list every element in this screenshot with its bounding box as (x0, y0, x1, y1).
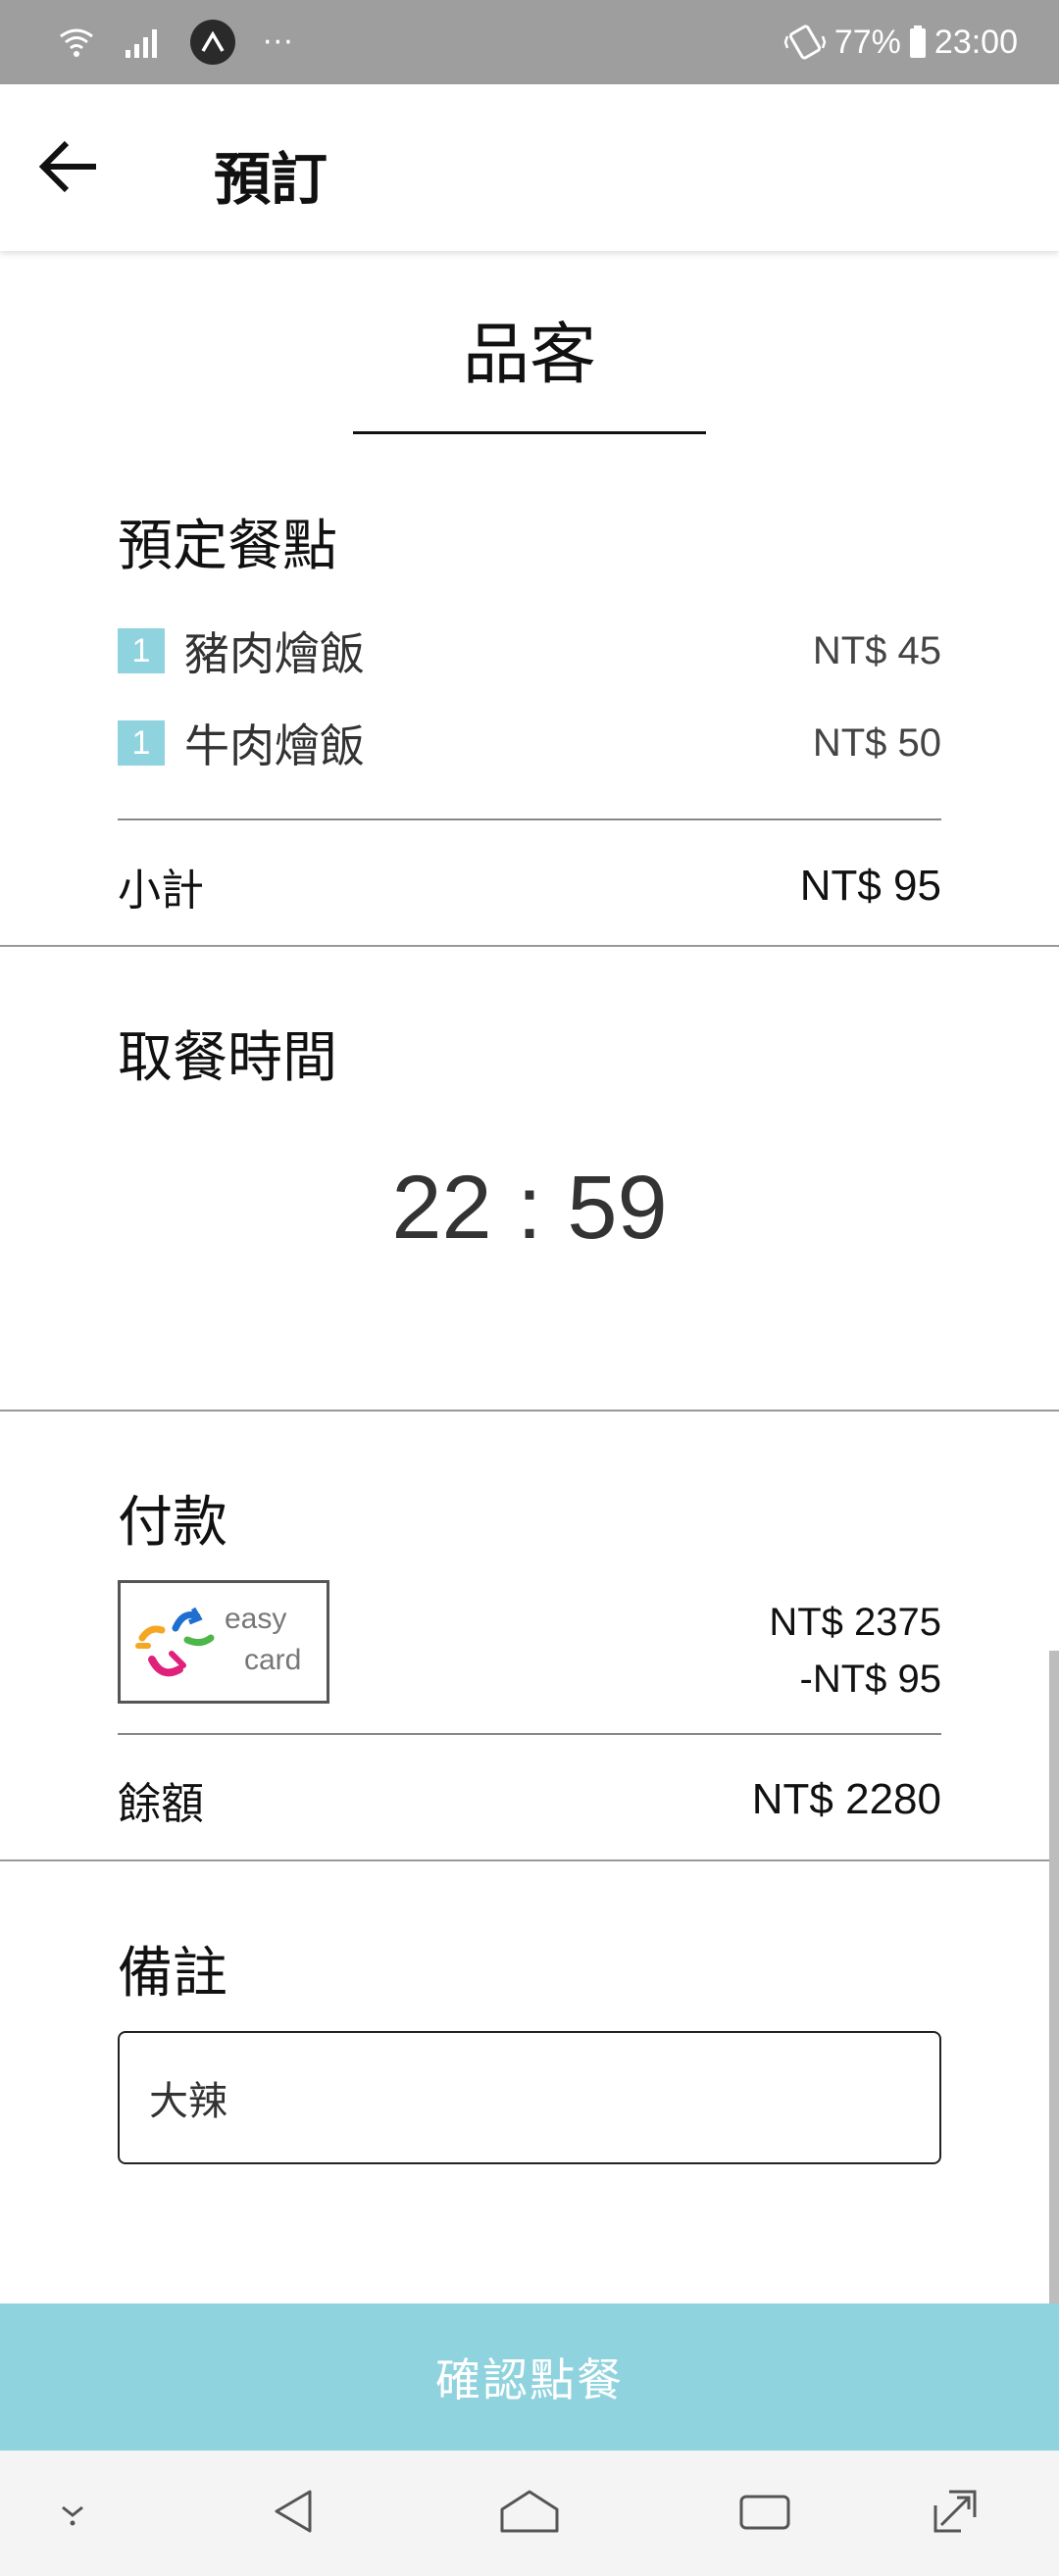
chevron-down-icon (51, 2490, 94, 2537)
item-price: NT$ 45 (812, 628, 941, 672)
section-divider (0, 1410, 1059, 1412)
vibrate-icon (783, 23, 827, 62)
more-notifications-icon: ··· (263, 25, 294, 60)
hide-keyboard-button[interactable] (35, 2476, 110, 2551)
app-bar: 預訂 (0, 84, 1059, 251)
system-nav-bar (0, 2451, 1059, 2576)
scrollbar[interactable] (1049, 1651, 1059, 2307)
shop-name-underline (353, 431, 706, 434)
back-button[interactable] (22, 122, 116, 216)
payment-section-title: 付款 (118, 1491, 227, 1555)
item-name: 豬肉燴飯 (184, 627, 365, 680)
home-icon (498, 2484, 561, 2543)
nav-home-button[interactable] (492, 2476, 567, 2551)
card-text: easy (225, 1603, 287, 1635)
section-divider (0, 945, 1059, 947)
nav-expand-button[interactable] (918, 2476, 992, 2551)
note-section-title: 備註 (118, 1942, 227, 2006)
arrow-left-icon (37, 139, 100, 198)
shop-name: 品客 (462, 317, 596, 394)
wifi-icon (57, 23, 96, 62)
pickup-time-picker[interactable]: 22 : 59 (0, 1157, 1059, 1260)
order-item-row: 1 牛肉燴飯 NT$ 50 (118, 714, 941, 772)
expand-icon (928, 2484, 983, 2543)
clock: 23:00 (933, 23, 1018, 61)
section-divider (0, 1859, 1059, 1861)
divider (118, 1733, 941, 1735)
order-item-row: 1 豬肉燴飯 NT$ 45 (118, 621, 941, 680)
remaining-label: 餘額 (118, 1779, 204, 1829)
confirm-order-button[interactable]: 確認點餐 (0, 2304, 1059, 2451)
note-value: 大辣 (149, 2079, 227, 2124)
battery-icon (909, 25, 927, 59)
nav-recents-button[interactable] (728, 2476, 802, 2551)
subtotal-label: 小計 (118, 866, 204, 916)
quantity-badge: 1 (118, 720, 165, 766)
payment-amounts: NT$ 2375 -NT$ 95 (769, 1594, 941, 1708)
card-text: card (244, 1644, 302, 1676)
remaining-value: NT$ 2280 (751, 1775, 941, 1823)
page-title: 預訂 (214, 146, 328, 213)
battery-percent: 77% (833, 23, 901, 61)
nav-back-button[interactable] (257, 2476, 331, 2551)
order-section-title: 預定餐點 (118, 515, 337, 578)
easycard-logo: easy card (118, 1580, 329, 1704)
app-notification-icon (190, 20, 235, 65)
triangle-back-icon (267, 2484, 322, 2543)
note-input[interactable]: 大辣 (118, 2031, 941, 2164)
signal-icon (124, 25, 163, 60)
charge-amount: -NT$ 95 (799, 1658, 942, 1701)
card-balance: NT$ 2375 (769, 1601, 941, 1644)
subtotal-row: 小計 NT$ 95 (118, 857, 941, 916)
status-bar: ··· 77% 23:00 (0, 0, 1059, 84)
item-price: NT$ 50 (812, 720, 941, 765)
item-name: 牛肉燴飯 (184, 719, 365, 772)
recents-icon (735, 2487, 794, 2540)
subtotal-value: NT$ 95 (799, 862, 941, 910)
quantity-badge: 1 (118, 628, 165, 673)
remaining-balance-row: 餘額 NT$ 2280 (118, 1770, 941, 1829)
easycard-logo-icon (135, 1607, 215, 1677)
divider (118, 818, 941, 820)
pickup-section-title: 取餐時間 (118, 1026, 337, 1090)
